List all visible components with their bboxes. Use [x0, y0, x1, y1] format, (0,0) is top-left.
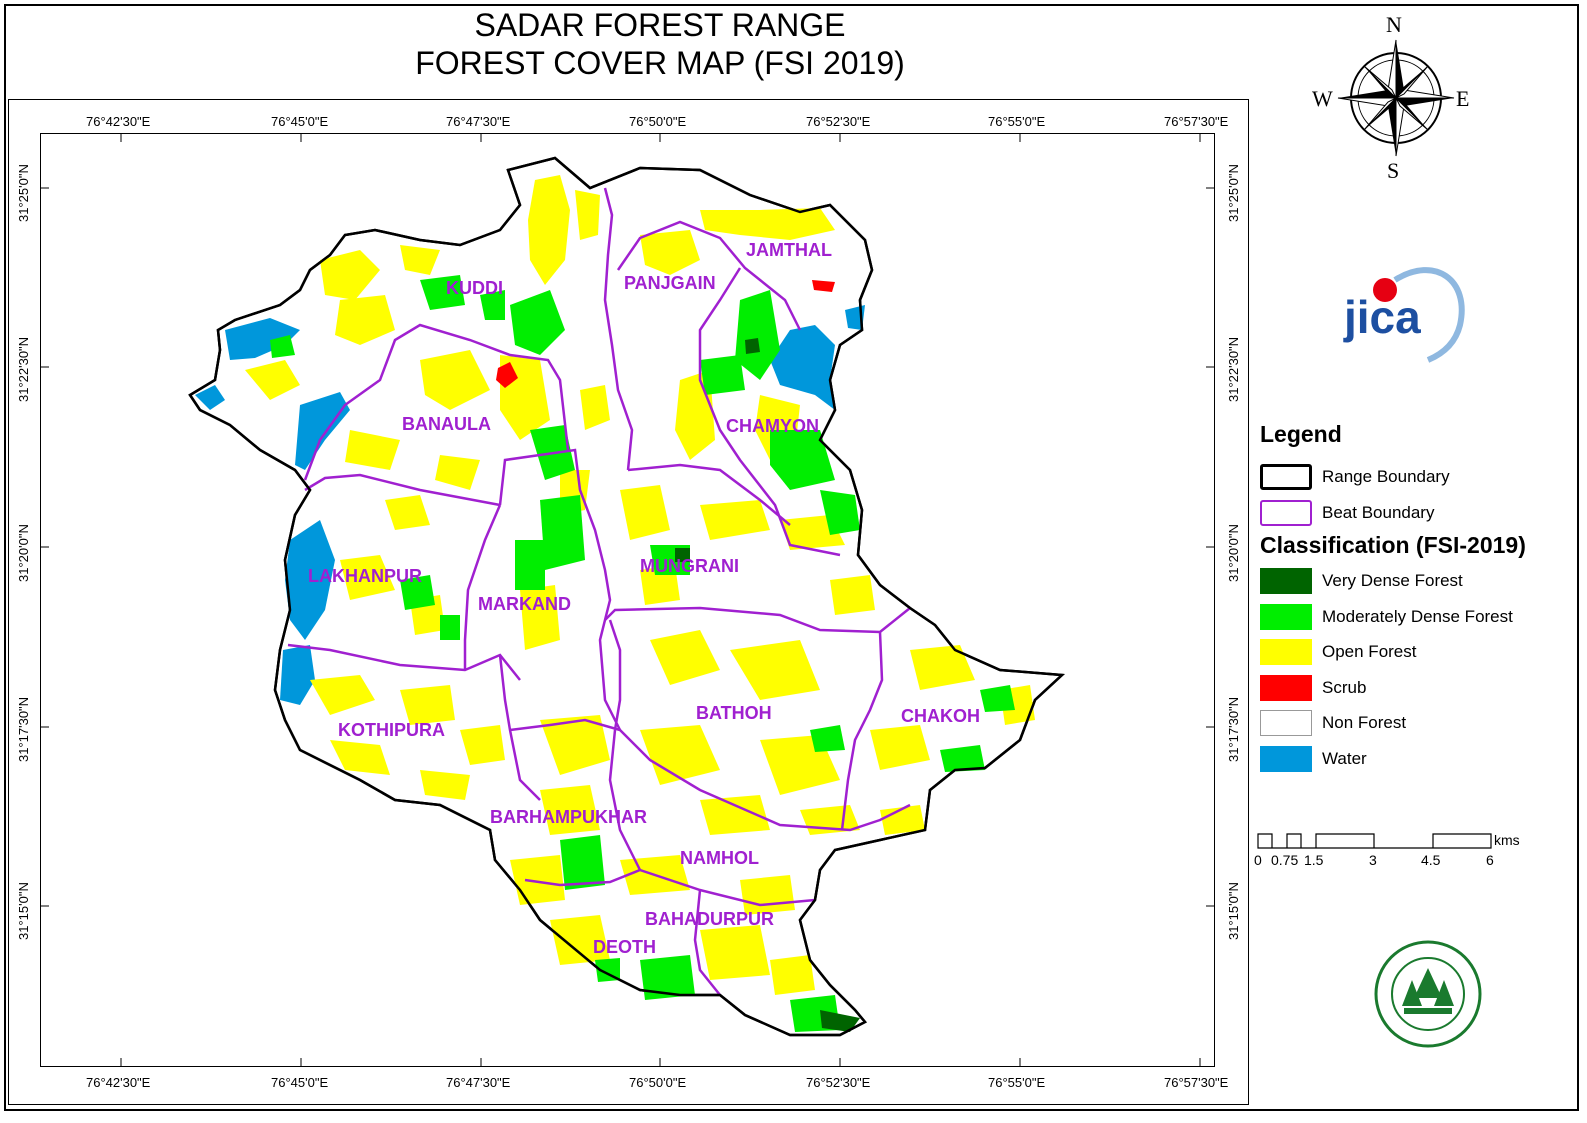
lat-label-right: 31°17'30"N: [1226, 696, 1241, 762]
jica-logo-text: jica: [1344, 291, 1421, 343]
forest-department-seal: [1374, 940, 1482, 1048]
lon-label-bottom: 76°52'30"E: [806, 1075, 871, 1090]
beat-label-namhol: NAMHOL: [680, 848, 759, 868]
legend-item-beat-boundary: Beat Boundary: [1260, 499, 1434, 527]
compass-north: N: [1386, 12, 1402, 37]
legend-label: Non Forest: [1322, 713, 1407, 732]
legend-swatch: [1260, 675, 1312, 701]
classification-title: Classification (FSI-2019): [1260, 532, 1526, 558]
legend-item-water: Water: [1260, 745, 1367, 773]
compass-west: W: [1312, 86, 1333, 111]
legend-item-very-dense: Very Dense Forest: [1260, 567, 1463, 595]
legend-swatch: [1260, 604, 1312, 630]
lon-label-top: 76°42'30"E: [86, 114, 151, 129]
scale-tick-label: 6: [1486, 852, 1494, 868]
legend-label: Range Boundary: [1322, 467, 1450, 486]
lat-label-right: 31°20'0"N: [1226, 524, 1241, 582]
compass-rose: [1337, 39, 1455, 157]
lat-label-right: 31°25'0"N: [1226, 164, 1241, 222]
beat-label-panjgain: PANJGAIN: [624, 273, 716, 293]
beat-label-deoth: DEOTH: [593, 937, 656, 957]
lon-label-bottom: 76°45'0"E: [271, 1075, 329, 1090]
lon-label-top: 76°52'30"E: [806, 114, 871, 129]
scale-unit: kms: [1494, 832, 1520, 848]
lat-label-left: 31°15'0"N: [16, 882, 31, 940]
legend-item-moderately-dense: Moderately Dense Forest: [1260, 603, 1513, 631]
legend-label: Water: [1322, 749, 1367, 768]
legend-label: Moderately Dense Forest: [1322, 607, 1513, 626]
beat-label-kuddi: KUDDI: [446, 278, 503, 298]
scale-tick-label: 0: [1254, 852, 1262, 868]
legend-swatch: [1260, 746, 1312, 772]
lat-label-left: 31°22'30"N: [16, 336, 31, 402]
lon-label-bottom: 76°50'0"E: [629, 1075, 687, 1090]
lon-label-bottom: 76°57'30"E: [1164, 1075, 1229, 1090]
compass-south: S: [1387, 158, 1400, 183]
legend-swatch: [1260, 568, 1312, 594]
scale-tick-label: 0.75: [1271, 852, 1299, 868]
legend-label: Very Dense Forest: [1322, 571, 1463, 590]
beat-label-chamyon: CHAMYON: [726, 416, 819, 436]
legend-label: Scrub: [1322, 678, 1367, 697]
legend-label: Beat Boundary: [1322, 503, 1435, 522]
beat-label-mungrani: MUNGRANI: [640, 556, 739, 576]
lon-label-top: 76°57'30"E: [1164, 114, 1229, 129]
legend-swatch: [1260, 639, 1312, 665]
beat-label-bahadurpur: BAHADURPUR: [645, 909, 774, 929]
lon-label-top: 76°55'0"E: [988, 114, 1046, 129]
lat-label-left: 31°20'0"N: [16, 524, 31, 582]
scale-bar: [1257, 833, 1492, 849]
legend-swatch: [1260, 710, 1312, 736]
beat-label-chakoh: CHAKOH: [901, 706, 980, 726]
forest-cover-map: [40, 39, 1492, 1067]
scale-tick-label: 1.5: [1304, 852, 1324, 868]
lon-label-top: 76°50'0"E: [629, 114, 687, 129]
legend-swatch: [1260, 464, 1312, 490]
scale-tick-label: 3: [1369, 852, 1377, 868]
beat-label-banaula: BANAULA: [402, 414, 491, 434]
lat-label-left: 31°25'0"N: [16, 164, 31, 222]
lon-label-bottom: 76°42'30"E: [86, 1075, 151, 1090]
lon-label-bottom: 76°55'0"E: [988, 1075, 1046, 1090]
legend-item-range-boundary: Range Boundary: [1260, 463, 1450, 491]
legend-item-non-forest: Non Forest: [1260, 709, 1406, 737]
beat-label-bathoh: BATHOH: [696, 703, 772, 723]
beat-label-jamthal: JAMTHAL: [746, 240, 832, 260]
scale-tick-label: 4.5: [1421, 852, 1441, 868]
beat-label-markand: MARKAND: [478, 594, 571, 614]
beat-label-kothipura: KOTHIPURA: [338, 720, 445, 740]
beat-label-barhampukhar: BARHAMPUKHAR: [490, 807, 647, 827]
legend-item-scrub: Scrub: [1260, 674, 1366, 702]
legend-title: Legend: [1260, 421, 1342, 447]
compass-east: E: [1456, 86, 1470, 111]
lon-label-bottom: 76°47'30"E: [446, 1075, 511, 1090]
lat-label-left: 31°17'30"N: [16, 696, 31, 762]
lat-label-right: 31°15'0"N: [1226, 882, 1241, 940]
legend-label: Open Forest: [1322, 642, 1417, 661]
lon-label-top: 76°45'0"E: [271, 114, 329, 129]
legend-swatch: [1260, 500, 1312, 526]
lon-label-top: 76°47'30"E: [446, 114, 511, 129]
legend-item-open-forest: Open Forest: [1260, 638, 1417, 666]
lat-label-right: 31°22'30"N: [1226, 336, 1241, 402]
beat-label-lakhanpur: LAKHANPUR: [308, 566, 422, 586]
